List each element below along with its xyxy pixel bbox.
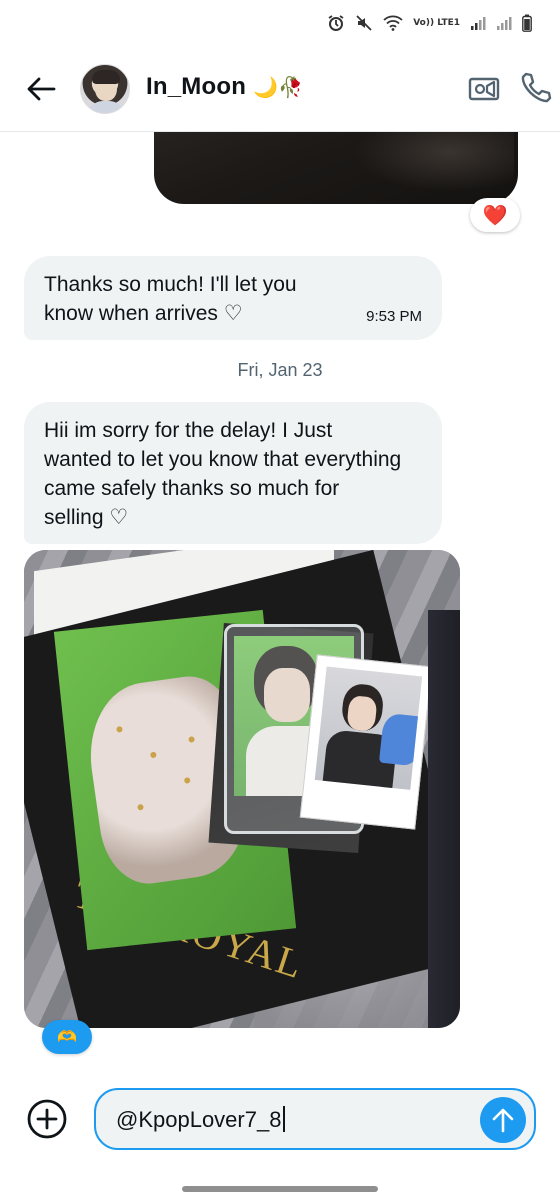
date-separator: Fri, Jan 23 (237, 360, 323, 380)
phone-icon (521, 72, 552, 103)
signal-icon (471, 17, 486, 30)
received-photo[interactable]: THE ROYAL (24, 550, 460, 1028)
contact-name[interactable]: In_Moon 🌙🥀 (146, 73, 303, 101)
phone-call-button[interactable] (518, 71, 552, 105)
message-input-value: @KpopLover7_8 (116, 1107, 282, 1132)
status-bar: Vo)) LTE1 (0, 0, 560, 46)
received-message[interactable]: Hii im sorry for the delay! I Just wante… (24, 402, 442, 544)
video-call-button[interactable] (468, 73, 500, 105)
message-input-field[interactable]: @KpopLover7_8 (116, 1106, 286, 1133)
message-composer: @KpopLover7_8 (0, 1078, 560, 1178)
arrow-left-icon (27, 77, 56, 101)
video-call-icon (468, 77, 500, 101)
add-attachment-button[interactable] (26, 1098, 68, 1140)
network-label: Vo)) LTE1 (413, 17, 460, 28)
home-indicator[interactable] (182, 1186, 378, 1192)
message-input[interactable]: @KpopLover7_8 (94, 1088, 536, 1150)
conversation[interactable]: ❤️ Thanks so much! I'll let you know whe… (0, 132, 560, 1078)
heart-icon: ❤️ (482, 204, 508, 227)
wifi-icon (383, 15, 403, 31)
send-button[interactable] (480, 1097, 526, 1143)
contact-name-text: In_Moon (146, 73, 247, 100)
heart-hands-icon: 🫶 (57, 1029, 77, 1046)
contact-name-emoji: 🌙🥀 (252, 77, 304, 99)
chat-header: In_Moon 🌙🥀 (0, 46, 560, 132)
arrow-up-icon (492, 1108, 514, 1133)
message-text: Thanks so much! I'll let you know when a… (44, 273, 297, 325)
battery-icon (522, 14, 532, 32)
alarm-icon (328, 15, 344, 31)
received-message[interactable]: Thanks so much! I'll let you know when a… (24, 256, 442, 340)
avatar[interactable] (80, 64, 130, 114)
heart-reaction-badge[interactable]: ❤️ (470, 198, 520, 232)
sent-media-image[interactable] (154, 132, 518, 204)
plus-circle-icon (27, 1099, 67, 1139)
back-button[interactable] (24, 72, 58, 106)
signal-icon (497, 17, 512, 30)
text-caret (283, 1106, 286, 1132)
heart-hands-reaction-badge[interactable]: 🫶 (42, 1020, 92, 1054)
message-text: Hii im sorry for the delay! I Just wante… (44, 419, 402, 529)
mute-icon (356, 15, 372, 31)
message-timestamp: 9:53 PM (366, 308, 422, 325)
